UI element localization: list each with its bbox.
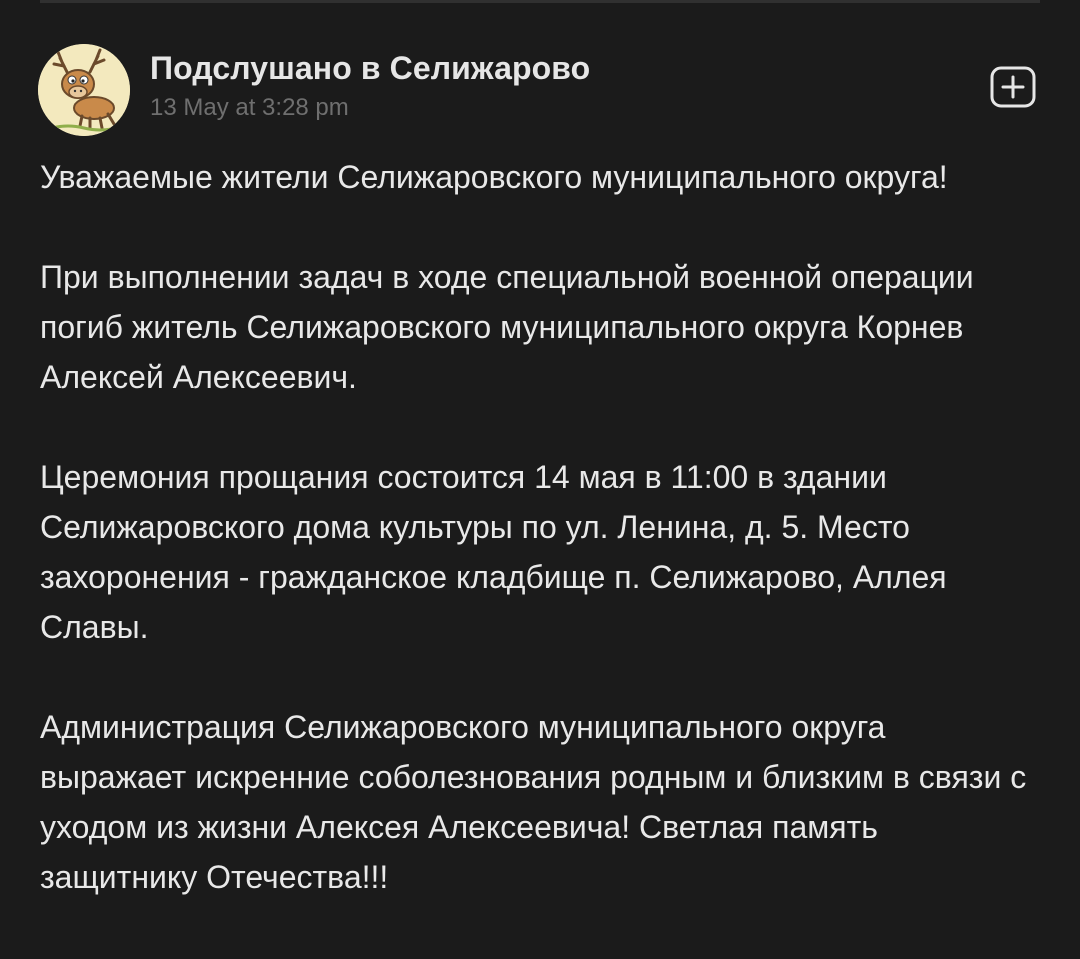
reindeer-avatar-icon — [38, 44, 130, 136]
post-text: Уважаемые жители Селижаровского муниципа… — [40, 152, 1040, 902]
top-divider — [40, 0, 1040, 3]
post-paragraph-greeting: Уважаемые жители Селижаровского муниципа… — [40, 159, 948, 195]
post-paragraph-announcement: При выполнении задач в ходе специальной … — [40, 259, 974, 395]
community-avatar[interactable] — [38, 44, 130, 136]
add-button[interactable] — [990, 66, 1036, 108]
post-paragraph-condolences: Администрация Селижаровского муниципальн… — [40, 709, 1027, 895]
post-screen: Подслушано в Селижарово 13 May at 3:28 p… — [0, 0, 1080, 959]
post-header: Подслушано в Селижарово 13 May at 3:28 p… — [38, 40, 1040, 136]
post-date: 13 May at 3:28 pm — [150, 94, 349, 121]
add-square-icon — [990, 66, 1036, 108]
community-name[interactable]: Подслушано в Селижарово — [150, 50, 590, 87]
post-paragraph-ceremony: Церемония прощания состоится 14 мая в 11… — [40, 459, 947, 645]
